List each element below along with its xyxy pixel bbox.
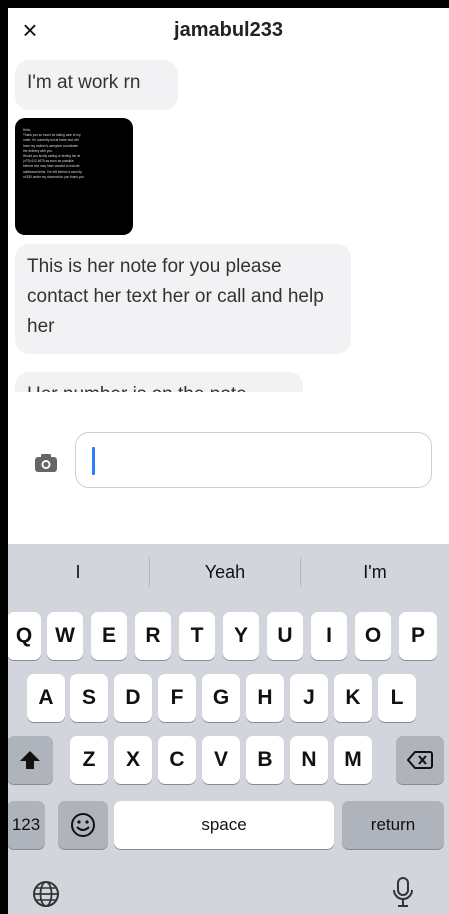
key-c[interactable]: C [158, 736, 196, 784]
key-o[interactable]: O [355, 612, 391, 660]
space-key[interactable]: space [114, 801, 334, 849]
image-note-text: Hello, Thank you so much for taking care… [23, 128, 85, 179]
key-e[interactable]: E [91, 612, 127, 660]
key-g[interactable]: G [202, 674, 240, 722]
chat-header: × jamabul233 [8, 8, 449, 52]
key-l[interactable]: L [378, 674, 416, 722]
shift-key[interactable] [8, 736, 53, 784]
key-s[interactable]: S [70, 674, 108, 722]
suggestion-2[interactable]: Yeah [150, 562, 300, 583]
suggestion-1[interactable]: I [8, 562, 148, 583]
key-i[interactable]: I [311, 612, 347, 660]
message-composer [8, 413, 449, 543]
return-key[interactable]: return [342, 801, 444, 849]
key-j[interactable]: J [290, 674, 328, 722]
suggestion-bar: I Yeah I'm [8, 544, 449, 600]
key-b[interactable]: B [246, 736, 284, 784]
key-a[interactable]: A [27, 674, 65, 722]
backspace-key[interactable] [396, 736, 444, 784]
key-u[interactable]: U [267, 612, 303, 660]
suggestion-3[interactable]: I'm [301, 562, 449, 583]
keyboard: I Yeah I'm Q W E R T Y U I O P A S D F G… [8, 544, 449, 914]
chat-screen: × jamabul233 I'm at work rn Hello, Thank… [8, 8, 449, 914]
microphone-icon[interactable] [392, 876, 414, 913]
chat-title: jamabul233 [174, 19, 283, 41]
key-w[interactable]: W [47, 612, 83, 660]
image-message[interactable]: Hello, Thank you so much for taking care… [15, 118, 133, 235]
key-f[interactable]: F [158, 674, 196, 722]
key-q[interactable]: Q [8, 612, 41, 660]
emoji-icon [71, 813, 95, 837]
key-t[interactable]: T [179, 612, 215, 660]
globe-icon[interactable] [32, 880, 60, 913]
key-m[interactable]: M [334, 736, 372, 784]
message-input[interactable] [75, 432, 432, 488]
key-h[interactable]: H [246, 674, 284, 722]
key-r[interactable]: R [135, 612, 171, 660]
message-bubble: I'm at work rn [15, 60, 178, 110]
key-x[interactable]: X [114, 736, 152, 784]
message-bubble-partial: Her number is on the note [15, 372, 303, 392]
message-bubble: This is her note for you please contact … [15, 244, 351, 354]
backspace-icon [407, 751, 433, 769]
key-n[interactable]: N [290, 736, 328, 784]
key-p[interactable]: P [399, 612, 437, 660]
emoji-key[interactable] [58, 801, 108, 849]
key-k[interactable]: K [334, 674, 372, 722]
text-cursor [92, 447, 95, 475]
key-v[interactable]: V [202, 736, 240, 784]
shift-icon [20, 751, 40, 769]
key-d[interactable]: D [114, 674, 152, 722]
camera-icon[interactable] [34, 453, 58, 473]
key-z[interactable]: Z [70, 736, 108, 784]
numbers-key[interactable]: 123 [8, 801, 45, 849]
key-y[interactable]: Y [223, 612, 259, 660]
